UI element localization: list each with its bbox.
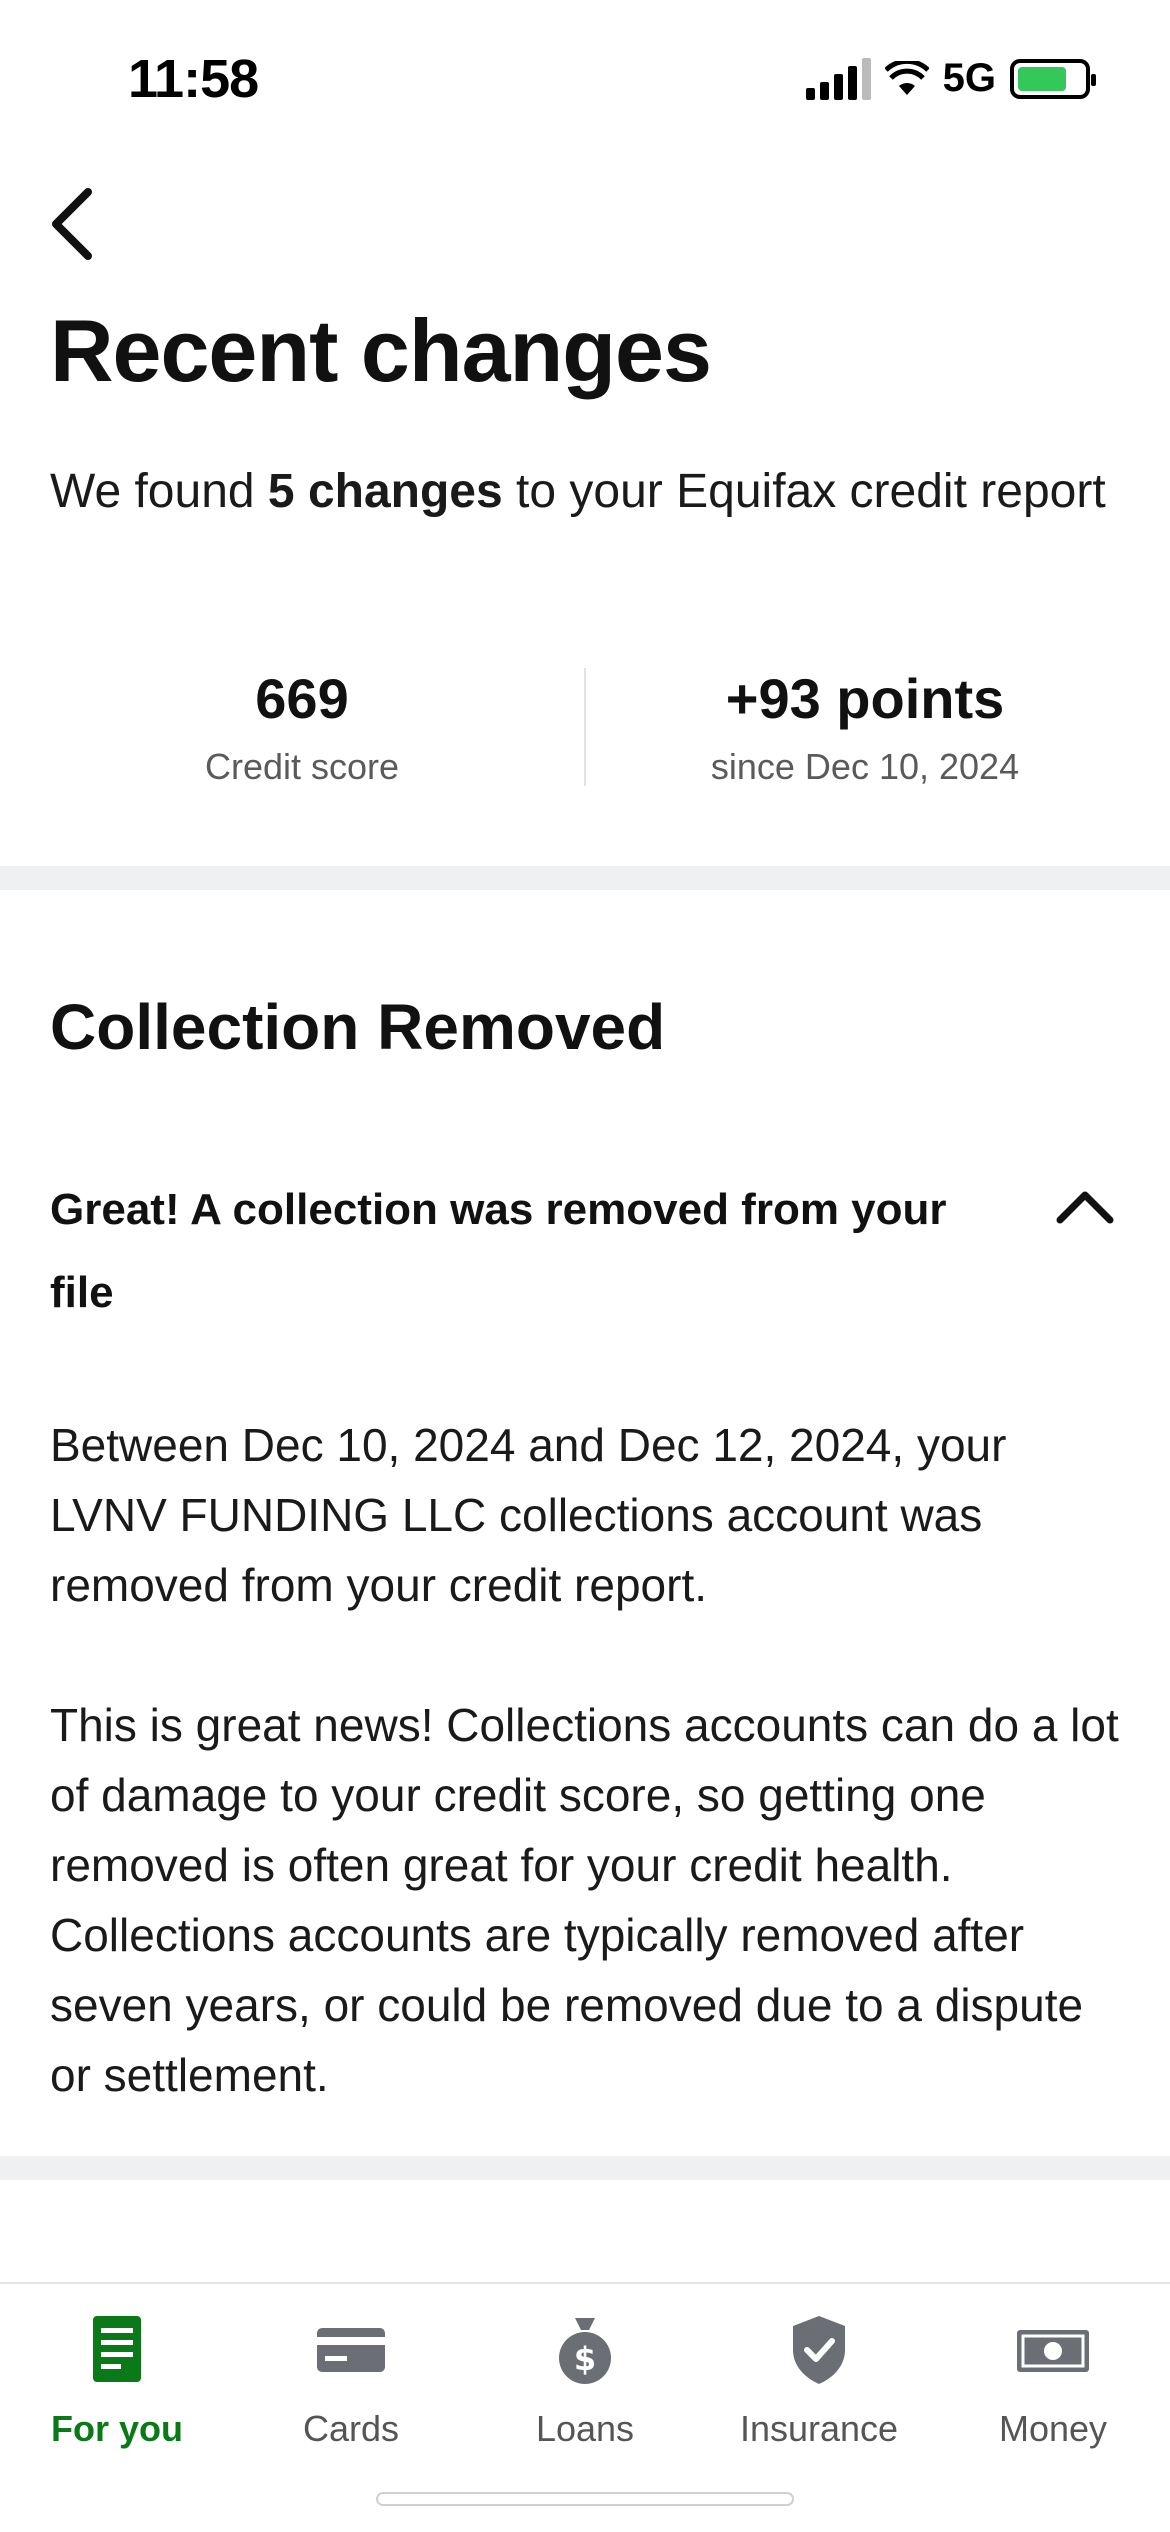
tab-label: For you (51, 2408, 183, 2449)
detail-paragraph-2: This is great news! Collections accounts… (50, 1699, 1119, 2101)
tab-cards[interactable]: Cards (234, 2302, 468, 2462)
battery-icon (1010, 58, 1096, 99)
intro-highlight: 5 changes (267, 465, 503, 518)
tab-label: Money (998, 2408, 1108, 2449)
tab-loans[interactable]: $ Loans (468, 2302, 702, 2462)
shield-icon (793, 2316, 845, 2384)
section-title: Collection Removed (50, 991, 666, 1063)
tab-label: Insurance (739, 2408, 899, 2449)
accordion-header[interactable]: Great! A collection was removed from you… (50, 1168, 1120, 1328)
intro-prefix: We found (50, 465, 268, 518)
detail-paragraph-1: Between Dec 10, 2024 and Dec 12, 2024, y… (50, 1419, 1007, 1611)
credit-score-stat: 669 Credit score (22, 660, 582, 788)
tab-label: Loans (535, 2408, 635, 2449)
section-separator (0, 866, 1170, 890)
svg-text:$: $ (574, 2340, 596, 2378)
status-time: 11:58 (128, 49, 259, 109)
wifi-icon (884, 60, 929, 95)
banknote-icon (1017, 2330, 1089, 2372)
network-type-label: 5G (942, 56, 996, 100)
credit-card-icon (317, 2328, 385, 2372)
intro-text: We found 5 changes to your Equifax credi… (50, 456, 1110, 528)
tab-insurance[interactable]: Insurance (702, 2302, 936, 2462)
document-icon (93, 2316, 141, 2382)
credit-score-label: Credit score (204, 746, 400, 787)
score-change-value: +93 points (725, 667, 1005, 730)
cellular-signal-icon (805, 57, 871, 100)
money-bag-icon: $ (559, 2318, 611, 2384)
page-title: Recent changes (50, 301, 712, 400)
tab-money[interactable]: Money (936, 2302, 1170, 2462)
chevron-up-icon[interactable] (1050, 1172, 1120, 1242)
accordion-title: Great! A collection was removed from you… (50, 1185, 947, 1317)
tab-for-you[interactable]: For you (0, 2302, 234, 2462)
status-indicators: 5G (805, 56, 1096, 101)
chevron-left-icon (52, 188, 92, 260)
status-bar: 11:58 5G (0, 0, 1170, 150)
back-button[interactable] (44, 184, 124, 264)
credit-score-value: 669 (255, 667, 349, 730)
tab-label: Cards (302, 2408, 400, 2449)
score-change-label: since Dec 10, 2024 (710, 746, 1020, 787)
home-indicator (376, 2492, 794, 2506)
section-separator-bottom (0, 2156, 1170, 2180)
intro-suffix: to your Equifax credit report (502, 465, 1106, 518)
score-change-stat: +93 points since Dec 10, 2024 (585, 660, 1145, 788)
score-summary: 669 Credit score +93 points since Dec 10… (0, 660, 1170, 800)
